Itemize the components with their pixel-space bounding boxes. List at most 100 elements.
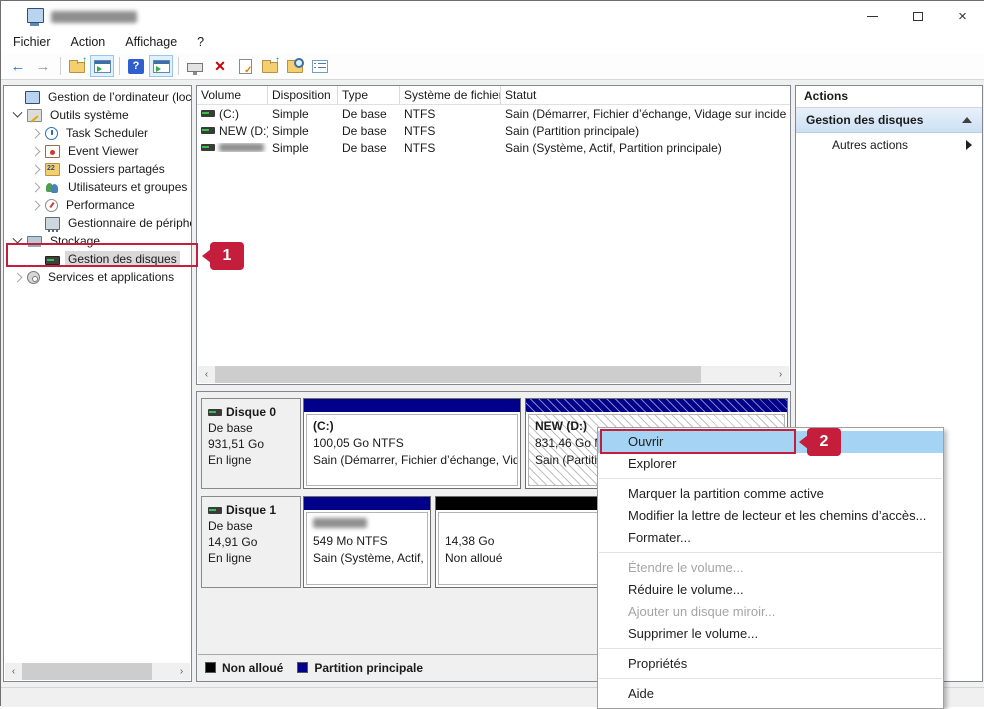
- volume-list: Volume Disposition Type Système de fichi…: [196, 85, 791, 385]
- chevron-collapsed-icon[interactable]: [31, 164, 41, 174]
- tree-item-event-viewer[interactable]: Event Viewer: [4, 142, 191, 160]
- ctx-aide[interactable]: Aide: [598, 683, 943, 705]
- maximize-button[interactable]: [895, 1, 940, 31]
- volume-name-blurred: [219, 143, 264, 152]
- toolbar-separator: [178, 57, 179, 75]
- cell-statut: Sain (Partition principale): [501, 124, 786, 138]
- gauge-icon: [45, 199, 58, 212]
- volume-name: NEW (D:): [219, 124, 268, 138]
- column-type[interactable]: Type: [338, 86, 400, 104]
- scroll-left-icon[interactable]: ‹: [198, 366, 215, 383]
- disk-name: Disque 0: [226, 404, 276, 420]
- collapse-chevron-icon[interactable]: [962, 117, 972, 123]
- app-icon: [27, 8, 44, 23]
- tree-item-outils-systeme[interactable]: Outils système: [4, 106, 191, 124]
- column-disposition[interactable]: Disposition: [268, 86, 338, 104]
- tree-label: Gestionnaire de périphé: [65, 215, 192, 231]
- scroll-right-icon[interactable]: ›: [772, 366, 789, 383]
- chevron-expanded-icon[interactable]: [13, 233, 23, 243]
- volume-row-c[interactable]: (C:) Simple De base NTFS Sain (Démarrer,…: [197, 105, 790, 122]
- volume-row-new-d[interactable]: NEW (D:) Simple De base NTFS Sain (Parti…: [197, 122, 790, 139]
- column-statut[interactable]: Statut: [501, 86, 786, 104]
- partition-c[interactable]: (C:) 100,05 Go NTFS Sain (Démarrer, Fich…: [303, 398, 521, 489]
- partition-system[interactable]: 549 Mo NTFS Sain (Système, Actif, Partit…: [303, 496, 431, 588]
- export-button[interactable]: [258, 55, 282, 77]
- tree-item-computer-management[interactable]: Gestion de l’ordinateur (local): [4, 88, 191, 106]
- partition-title-blurred: [313, 518, 367, 528]
- column-systeme-fichiers[interactable]: Système de fichiers: [400, 86, 501, 104]
- console-icon: [187, 63, 203, 72]
- submenu-arrow-icon: [966, 140, 972, 150]
- menu-fichier[interactable]: Fichier: [3, 32, 61, 52]
- disk-0-label[interactable]: Disque 0 De base 931,51 Go En ligne: [201, 398, 301, 489]
- delete-button[interactable]: ✕: [208, 55, 232, 77]
- tree-item-task-scheduler[interactable]: Task Scheduler: [4, 124, 191, 142]
- show-action-pane-button[interactable]: [149, 55, 173, 77]
- cell-statut: Sain (Démarrer, Fichier d’échange, Vidag…: [501, 107, 786, 121]
- tree-item-services-applications[interactable]: Services et applications: [4, 268, 191, 286]
- annotation-badge-2: 2: [807, 428, 841, 456]
- partition-context-menu: Ouvrir Explorer Marquer la partition com…: [597, 427, 944, 709]
- back-button[interactable]: ←: [6, 55, 30, 77]
- chevron-collapsed-icon[interactable]: [31, 182, 41, 192]
- clock-icon: [45, 127, 58, 140]
- chevron-collapsed-icon[interactable]: [31, 200, 41, 210]
- scroll-right-icon[interactable]: ›: [173, 663, 190, 680]
- computer-icon: [25, 91, 40, 104]
- cell-disposition: Simple: [268, 107, 338, 121]
- actions-section-gestion-des-disques[interactable]: Gestion des disques: [796, 108, 982, 133]
- actions-item-autres-actions[interactable]: Autres actions: [796, 133, 982, 157]
- tree-item-utilisateurs-groupes[interactable]: Utilisateurs et groupes l: [4, 178, 191, 196]
- chevron-collapsed-icon[interactable]: [31, 146, 41, 156]
- computer-management-window: { "menubar": { "items": ["Fichier", "Act…: [0, 0, 984, 706]
- chevron-collapsed-icon[interactable]: [13, 272, 23, 282]
- close-button[interactable]: ×: [940, 1, 984, 31]
- forward-button[interactable]: →: [31, 55, 55, 77]
- console-tree-icon: [94, 60, 111, 73]
- find-button[interactable]: [283, 55, 307, 77]
- legend-color-swatch: [297, 662, 308, 673]
- scrollbar-thumb[interactable]: [22, 663, 152, 680]
- scroll-left-icon[interactable]: ‹: [5, 663, 22, 680]
- tree-item-dossiers-partages[interactable]: Dossiers partagés: [4, 160, 191, 178]
- ctx-formater[interactable]: Formater...: [598, 527, 943, 549]
- disk-1-label[interactable]: Disque 1 De base 14,91 Go En ligne: [201, 496, 301, 588]
- volume-horizontal-scrollbar[interactable]: ‹ ›: [198, 366, 789, 383]
- column-volume[interactable]: Volume: [197, 86, 268, 104]
- annotation-box-2: [600, 429, 796, 454]
- scrollbar-thumb[interactable]: [215, 366, 701, 383]
- volume-icon: [201, 144, 215, 151]
- volume-row-system[interactable]: Simple De base NTFS Sain (Système, Actif…: [197, 139, 790, 156]
- help-button[interactable]: ?: [124, 55, 148, 77]
- tree-item-performance[interactable]: Performance: [4, 196, 191, 214]
- console-tree: Gestion de l’ordinateur (local) Outils s…: [3, 85, 192, 682]
- minimize-button[interactable]: [850, 1, 895, 31]
- tree-label: Outils système: [47, 107, 132, 123]
- ctx-proprietes[interactable]: Propriétés: [598, 653, 943, 675]
- cell-disposition: Simple: [268, 124, 338, 138]
- up-level-button[interactable]: [65, 55, 89, 77]
- menu-help[interactable]: ?: [187, 32, 214, 52]
- ctx-reduire-volume[interactable]: Réduire le volume...: [598, 579, 943, 601]
- chevron-collapsed-icon[interactable]: [31, 128, 41, 138]
- ctx-marquer-partition-active[interactable]: Marquer la partition comme active: [598, 483, 943, 505]
- properties-button[interactable]: [233, 55, 257, 77]
- folder-up-icon: [69, 62, 85, 73]
- menu-affichage[interactable]: Affichage: [115, 32, 187, 52]
- tree-horizontal-scrollbar[interactable]: ‹ ›: [5, 663, 190, 680]
- minimize-icon: [867, 16, 878, 17]
- disk-status: En ligne: [208, 452, 294, 468]
- refresh-disks-button[interactable]: [183, 55, 207, 77]
- show-console-tree-button[interactable]: [90, 55, 114, 77]
- chevron-expanded-icon[interactable]: [13, 107, 23, 117]
- tree-item-gestionnaire-peripheriques[interactable]: Gestionnaire de périphé: [4, 214, 191, 232]
- tree-label: Performance: [63, 197, 138, 213]
- legend-unallocated: Non alloué: [205, 661, 283, 675]
- maximize-icon: [913, 12, 923, 21]
- tasks-button[interactable]: [308, 55, 332, 77]
- ctx-explorer[interactable]: Explorer: [598, 453, 943, 475]
- ctx-modifier-lettre-lecteur[interactable]: Modifier la lettre de lecteur et les che…: [598, 505, 943, 527]
- menu-action[interactable]: Action: [61, 32, 116, 52]
- menu-separator: [599, 648, 942, 649]
- ctx-supprimer-volume[interactable]: Supprimer le volume...: [598, 623, 943, 645]
